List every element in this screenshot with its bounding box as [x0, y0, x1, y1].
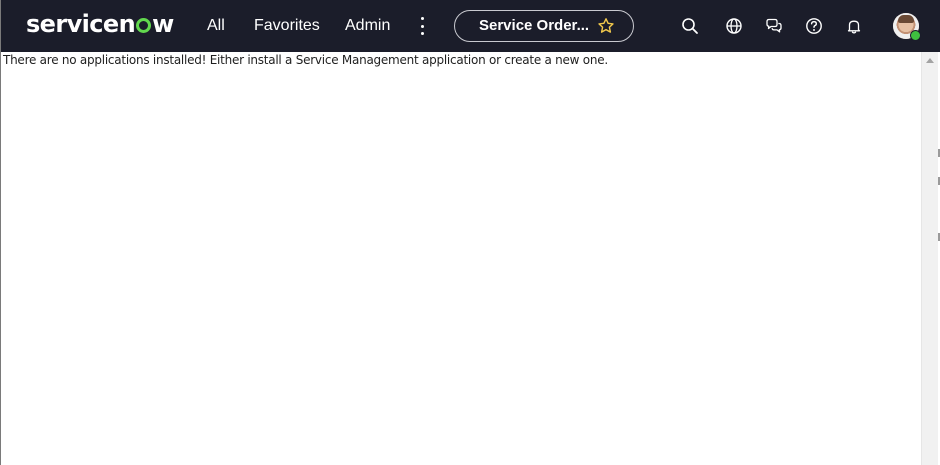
- avatar-hair: [898, 15, 914, 23]
- nav-favorites-menu[interactable]: Favorites: [254, 15, 320, 37]
- help-icon[interactable]: [804, 16, 824, 36]
- kebab-dot: [420, 32, 424, 35]
- vertical-scrollbar[interactable]: [921, 52, 938, 465]
- pinned-page-pill[interactable]: Service Order...: [454, 10, 634, 42]
- chat-icon[interactable]: [764, 16, 784, 36]
- star-icon[interactable]: [597, 17, 615, 35]
- online-status-dot: [910, 30, 921, 41]
- nav-admin-menu[interactable]: Admin: [345, 15, 390, 37]
- pinned-page-label: Service Order...: [479, 17, 590, 34]
- user-avatar[interactable]: [893, 13, 921, 41]
- logo-text-end: w: [152, 10, 174, 38]
- bell-icon[interactable]: [844, 16, 864, 36]
- kebab-dot: [420, 24, 424, 28]
- logo-o-ring: [136, 18, 152, 33]
- logo-text-start: servicen: [26, 10, 136, 38]
- top-navigation-bar: servicen w All Favorites Admin Service Or…: [0, 0, 940, 52]
- globe-icon[interactable]: [724, 16, 744, 36]
- main-content-frame: There are no applications installed! Eit…: [0, 52, 921, 465]
- scroll-up-arrow-icon[interactable]: [926, 58, 934, 63]
- nav-all-menu[interactable]: All: [207, 15, 225, 37]
- kebab-dot: [420, 17, 424, 20]
- no-applications-message: There are no applications installed! Eit…: [3, 53, 608, 67]
- servicenow-logo[interactable]: servicen w: [26, 9, 174, 39]
- more-vertical-icon[interactable]: [414, 17, 430, 35]
- search-icon[interactable]: [680, 16, 700, 36]
- app-window: servicen w All Favorites Admin Service Or…: [0, 0, 940, 465]
